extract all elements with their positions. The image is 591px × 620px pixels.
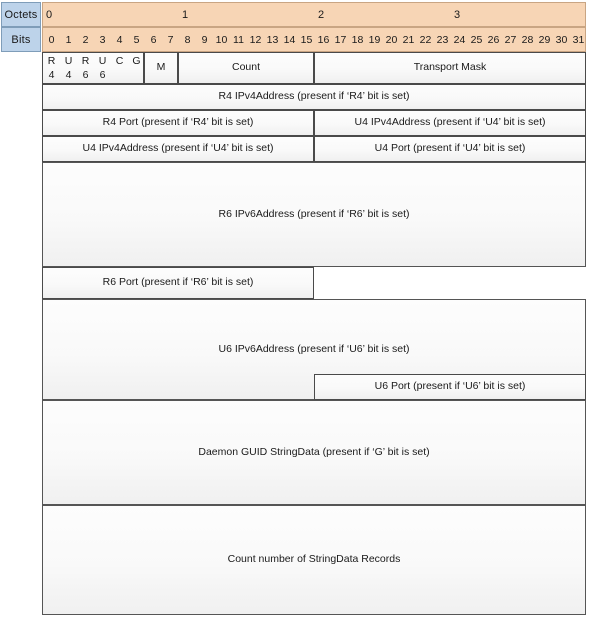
field-label: U4 Port (present if ‘U4’ bit is set) (374, 142, 526, 155)
bit-tick-1: 1 (65, 33, 72, 46)
bit-tick-25: 25 (470, 33, 483, 46)
field-label: M (156, 61, 166, 74)
row-label-octets: Octets (1, 2, 41, 27)
bit-tick-4: 4 (116, 33, 123, 46)
field-label: U4 IPv4Address (present if ‘U4’ bit is s… (82, 142, 274, 155)
bit-tick-6: 6 (150, 33, 157, 46)
octet-tick-2: 2 (318, 8, 325, 21)
field-r6-port: R6 Port (present if ‘R6’ bit is set) (42, 267, 314, 299)
field-u4-ipv4address-b: U4 IPv4Address (present if ‘U4’ bit is s… (42, 136, 314, 162)
bit-tick-0: 0 (48, 33, 55, 46)
bit-tick-28: 28 (521, 33, 534, 46)
field-stringdata-records: Count number of StringData Records (42, 505, 586, 615)
packet-structure-diagram: Octets Bits 0123 0 1 2 3 4 5 6 7 8 9 10 11 12 13 14 15 1… (0, 0, 591, 620)
field-r6-ipv6address: R6 IPv6Address (present if ‘R6’ bit is s… (42, 162, 586, 267)
field-label: U6 Port (present if ‘U6’ bit is set) (374, 380, 526, 393)
field-flags: R4U4R6U6CG (42, 52, 144, 84)
field-label: R4 IPv4Address (present if ‘R4’ bit is s… (218, 90, 410, 103)
field-label: U4 IPv4Address (present if ‘U4’ bit is s… (354, 116, 546, 129)
field-r4-ipv4address: R4 IPv4Address (present if ‘R4’ bit is s… (42, 84, 586, 110)
field-m: M (144, 52, 178, 84)
flag-bit-R6-bottom: 6 (82, 69, 89, 81)
bit-tick-24: 24 (453, 33, 466, 46)
octet-tick-3: 3 (454, 8, 461, 21)
bit-tick-21: 21 (402, 33, 415, 46)
bit-tick-2: 2 (82, 33, 89, 46)
flag-bit-R4-top: R (47, 55, 56, 67)
bit-tick-22: 22 (419, 33, 432, 46)
flag-bit-C-top: C (115, 55, 124, 67)
flag-bit-R6-top: R (81, 55, 90, 67)
field-u4-ipv4address-a: U4 IPv4Address (present if ‘U4’ bit is s… (314, 110, 586, 136)
field-daemon-guid: Daemon GUID StringData (present if ‘G’ b… (42, 400, 586, 505)
bit-tick-18: 18 (351, 33, 364, 46)
bit-tick-16: 16 (317, 33, 330, 46)
field-u4-port: U4 Port (present if ‘U4’ bit is set) (314, 136, 586, 162)
flag-bit-U6-bottom: 6 (99, 69, 106, 81)
field-label: R6 IPv6Address (present if ‘R6’ bit is s… (218, 207, 410, 220)
field-u6-port: U6 Port (present if ‘U6’ bit is set) (314, 374, 586, 400)
bit-tick-26: 26 (487, 33, 500, 46)
field-label: Daemon GUID StringData (present if ‘G’ b… (198, 445, 430, 458)
flag-bit-G-top: G (132, 55, 141, 67)
field-r4-port: R4 Port (present if ‘R4’ bit is set) (42, 110, 314, 136)
bit-tick-9: 9 (201, 33, 208, 46)
bit-tick-8: 8 (184, 33, 191, 46)
bit-tick-3: 3 (99, 33, 106, 46)
field-label: R6 Port (present if ‘R6’ bit is set) (102, 276, 254, 289)
bit-tick-13: 13 (266, 33, 279, 46)
row-label-bits: Bits (1, 27, 41, 52)
bit-tick-23: 23 (436, 33, 449, 46)
bit-tick-14: 14 (283, 33, 296, 46)
bit-tick-30: 30 (555, 33, 568, 46)
flag-bit-U4-bottom: 4 (65, 69, 72, 81)
bit-tick-31: 31 (572, 33, 585, 46)
bit-tick-20: 20 (385, 33, 398, 46)
bit-tick-5: 5 (133, 33, 140, 46)
bit-tick-7: 7 (167, 33, 174, 46)
bit-tick-10: 10 (215, 33, 228, 46)
flag-bit-R4-bottom: 4 (48, 69, 55, 81)
field-transport-mask: Transport Mask (314, 52, 586, 84)
bit-tick-19: 19 (368, 33, 381, 46)
field-count: Count (178, 52, 314, 84)
flag-bit-U6-top: U (98, 55, 107, 67)
octets-header-band: 0 1 2 3 (42, 2, 586, 27)
field-label: Count number of StringData Records (227, 553, 401, 566)
bit-tick-29: 29 (538, 33, 551, 46)
bits-header-band: 0 1 2 3 4 5 6 7 8 9 10 11 12 13 14 15 16 17 18 19 20 21 22 23 24… (42, 27, 586, 52)
bit-tick-12: 12 (249, 33, 262, 46)
field-label: Transport Mask (413, 61, 487, 74)
octet-tick-0: 0 (46, 8, 53, 21)
bit-tick-11: 11 (233, 33, 244, 46)
field-label: U6 IPv6Address (present if ‘U6’ bit is s… (218, 342, 410, 355)
field-label: Count (231, 61, 261, 74)
octet-tick-1: 1 (182, 8, 189, 21)
bit-tick-17: 17 (334, 33, 347, 46)
bit-tick-27: 27 (504, 33, 517, 46)
field-label: R4 Port (present if ‘R4’ bit is set) (102, 116, 254, 129)
bit-tick-15: 15 (300, 33, 313, 46)
flag-bit-U4-top: U (64, 55, 73, 67)
